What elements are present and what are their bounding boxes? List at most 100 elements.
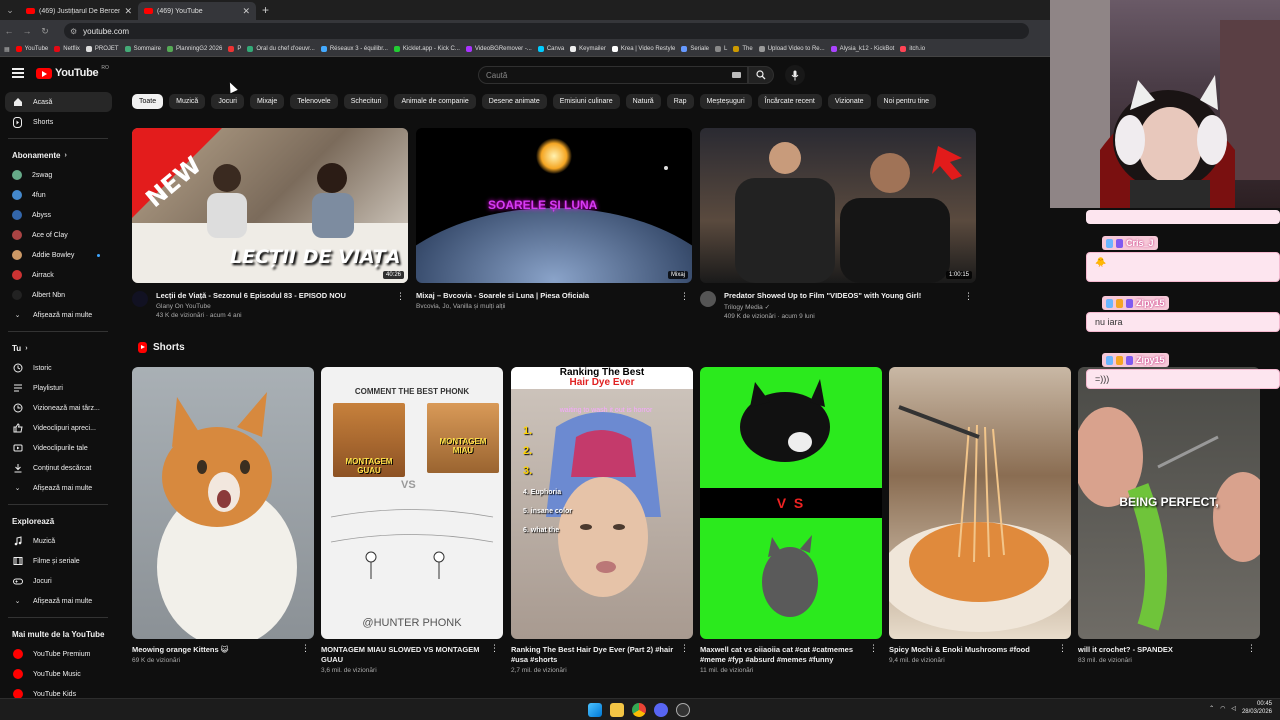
more-options-icon[interactable]: ⋮ — [396, 291, 405, 302]
sidebar-item-home[interactable]: Acasă — [5, 92, 112, 112]
show-more-button[interactable]: ⌄ Afișează mai multe — [0, 305, 112, 325]
more-options-icon[interactable]: ⋮ — [680, 643, 689, 654]
short-card[interactable]: Ranking The Best Hair Dye Ever waiting t… — [511, 367, 693, 674]
voice-search-button[interactable] — [785, 65, 805, 85]
sidebar-item-shorts[interactable]: Shorts — [0, 112, 112, 132]
bookmark-item[interactable]: Oral du chef d'oeuvr... — [247, 46, 315, 52]
filter-chip[interactable]: Desene animate — [481, 94, 547, 109]
sidebar-item-videoclipurile-tale[interactable]: Videoclipurile tale — [0, 438, 112, 458]
apps-icon[interactable]: ▦ — [4, 46, 10, 53]
video-thumbnail[interactable]: NEW LECȚII DE VIAȚA 40:26 — [132, 128, 408, 283]
clock[interactable]: 00:45 28/03/2026 — [1242, 701, 1272, 717]
short-thumbnail[interactable] — [132, 367, 314, 639]
video-thumbnail[interactable]: SOARELE ȘI LUNA Mixaj — [416, 128, 692, 283]
filter-chip[interactable]: Meșteșuguri — [699, 94, 752, 109]
filter-chip[interactable]: Mixaje — [250, 94, 285, 109]
chrome-icon[interactable] — [632, 703, 646, 717]
browser-tab-1[interactable]: (469) Justițiarul De Berceni - Yo ✕ — [20, 2, 138, 20]
windows-start-icon[interactable] — [588, 703, 602, 717]
channel-name[interactable]: Trilogy Media ✓ — [724, 303, 976, 311]
sidebar-item-jocuri[interactable]: Jocuri — [0, 571, 112, 591]
filter-chip[interactable]: Telenovele — [290, 94, 338, 109]
close-icon[interactable]: ✕ — [242, 6, 250, 17]
video-card[interactable]: SOARELE ȘI LUNA Mixaj Mixaj – Bvcovia - … — [416, 128, 692, 310]
filter-chip[interactable]: Animale de companie — [394, 94, 476, 109]
sidebar-item-con-inut-desc-rcat[interactable]: Conținut descărcat — [0, 458, 112, 478]
sidebar-item-subscription[interactable]: 4fun — [0, 185, 112, 205]
tab-list-icon[interactable]: ⌄ — [0, 0, 20, 20]
bookmark-item[interactable]: itch.io — [900, 46, 925, 52]
bookmark-item[interactable]: PROJET — [85, 46, 119, 52]
filter-chip[interactable]: Noi pentru tine — [876, 94, 937, 109]
keyboard-icon[interactable] — [732, 72, 741, 78]
sidebar-item-subscription[interactable]: 2swag — [0, 165, 112, 185]
bookmark-item[interactable]: Sommaire — [124, 46, 161, 52]
bookmark-item[interactable]: Canva — [537, 46, 564, 52]
sidebar-item-subscription[interactable]: Albert Nbn — [0, 285, 112, 305]
bookmark-item[interactable]: Krea | Video Restyle — [611, 46, 675, 52]
forward-icon[interactable]: → — [18, 26, 36, 36]
sidebar-item-playlisturi[interactable]: Playlisturi — [0, 378, 112, 398]
more-options-icon[interactable]: ⋮ — [964, 291, 973, 302]
short-card[interactable]: COMMENT THE BEST PHONK MONTAGEM GUAU MON… — [321, 367, 503, 674]
sidebar-item-youtube-music[interactable]: YouTube Music — [0, 664, 112, 684]
sidebar-item-muzic[interactable]: Muzică — [0, 531, 112, 551]
show-more-button[interactable]: ⌄ Afișează mai multe — [0, 591, 112, 611]
short-title[interactable]: MONTAGEM MIAU SLOWED VS MONTAGEM GUAU — [321, 645, 503, 665]
url-input[interactable]: ⚙ youtube.com — [64, 23, 1029, 39]
channel-name[interactable]: Glany On YouTube — [156, 303, 408, 310]
channel-avatar[interactable] — [132, 291, 148, 307]
video-title[interactable]: Predator Showed Up to Film "VIDEOS" with… — [724, 291, 976, 300]
bookmark-item[interactable]: Upload Video to Re... — [758, 46, 825, 52]
volume-icon[interactable]: ◁ — [1231, 705, 1236, 712]
youtube-logo[interactable]: YouTube RO — [36, 65, 109, 79]
filter-chip[interactable]: Natură — [625, 94, 661, 109]
bookmark-item[interactable]: VideoBGRemover -... — [465, 46, 532, 52]
subscriptions-heading[interactable]: Abonamente › — [0, 145, 118, 165]
filter-chip[interactable]: Rap — [666, 94, 694, 109]
more-options-icon[interactable]: ⋮ — [680, 291, 689, 302]
bookmark-item[interactable]: PlanningG2 2026 — [166, 46, 222, 52]
short-card[interactable]: Spicy Mochi & Enoki Mushrooms #food 9,4 … — [889, 367, 1071, 664]
discord-icon[interactable] — [654, 703, 668, 717]
search-input[interactable]: Caută — [478, 66, 748, 84]
reload-icon[interactable]: ↻ — [36, 26, 54, 37]
short-thumbnail[interactable]: V S — [700, 367, 882, 639]
browser-tab-2[interactable]: (469) YouTube ✕ — [138, 2, 256, 20]
bookmark-item[interactable]: Alysia_k12 - KickBot — [830, 46, 894, 52]
filter-chip[interactable]: Încărcate recent — [757, 94, 822, 109]
short-card[interactable]: Meowing orange Kittens 😺 69 K de vizionă… — [132, 367, 314, 664]
bookmark-item[interactable]: YouTube — [15, 46, 48, 52]
site-settings-icon[interactable]: ⚙ — [70, 27, 77, 36]
short-thumbnail[interactable]: Ranking The Best Hair Dye Ever waiting t… — [511, 367, 693, 639]
bookmark-item[interactable]: P — [228, 46, 241, 52]
sidebar-item-vizioneaz-mai-t-rz[interactable]: Vizionează mai târz... — [0, 398, 112, 418]
sidebar-item-subscription[interactable]: Abyss — [0, 205, 112, 225]
bookmark-item[interactable]: Réseaux 3 - équilibr... — [320, 46, 388, 52]
video-title[interactable]: Mixaj – Bvcovia - Soarele si Luna | Pies… — [416, 291, 692, 300]
menu-icon[interactable] — [12, 68, 24, 78]
more-options-icon[interactable]: ⋮ — [869, 643, 878, 654]
filter-chip[interactable]: Schecituri — [343, 94, 389, 109]
video-card[interactable]: NEW LECȚII DE VIAȚA 40:26 Lecții de Viaț… — [132, 128, 408, 319]
show-more-button[interactable]: ⌄ Afișează mai multe — [0, 478, 112, 498]
chevron-up-icon[interactable]: ⌃ — [1209, 705, 1214, 712]
filter-chip[interactable]: Jocuri — [211, 94, 244, 109]
more-options-icon[interactable]: ⋮ — [1058, 643, 1067, 654]
obs-icon[interactable] — [676, 703, 690, 717]
sidebar-item-istoric[interactable]: Istoric — [0, 358, 112, 378]
bookmark-item[interactable]: Netflix — [54, 46, 80, 52]
filter-chip[interactable]: Muzică — [169, 94, 206, 109]
short-title[interactable]: Meowing orange Kittens 😺 — [132, 645, 314, 655]
video-title[interactable]: Lecții de Viață - Sezonul 6 Episodul 83 … — [156, 291, 408, 300]
short-thumbnail[interactable]: COMMENT THE BEST PHONK MONTAGEM GUAU MON… — [321, 367, 503, 639]
sidebar-item-subscription[interactable]: Airrack — [0, 265, 112, 285]
bookmark-item[interactable]: Keymailer — [570, 46, 606, 52]
back-icon[interactable]: ← — [0, 26, 18, 36]
close-icon[interactable]: ✕ — [124, 6, 132, 17]
bookmark-item[interactable]: The — [733, 46, 753, 52]
sidebar-item-subscription[interactable]: Addie Bowley — [0, 245, 112, 265]
short-title[interactable]: Ranking The Best Hair Dye Ever (Part 2) … — [511, 645, 693, 665]
file-explorer-icon[interactable] — [610, 703, 624, 717]
sidebar-item-youtube-premium[interactable]: YouTube Premium — [0, 644, 112, 664]
